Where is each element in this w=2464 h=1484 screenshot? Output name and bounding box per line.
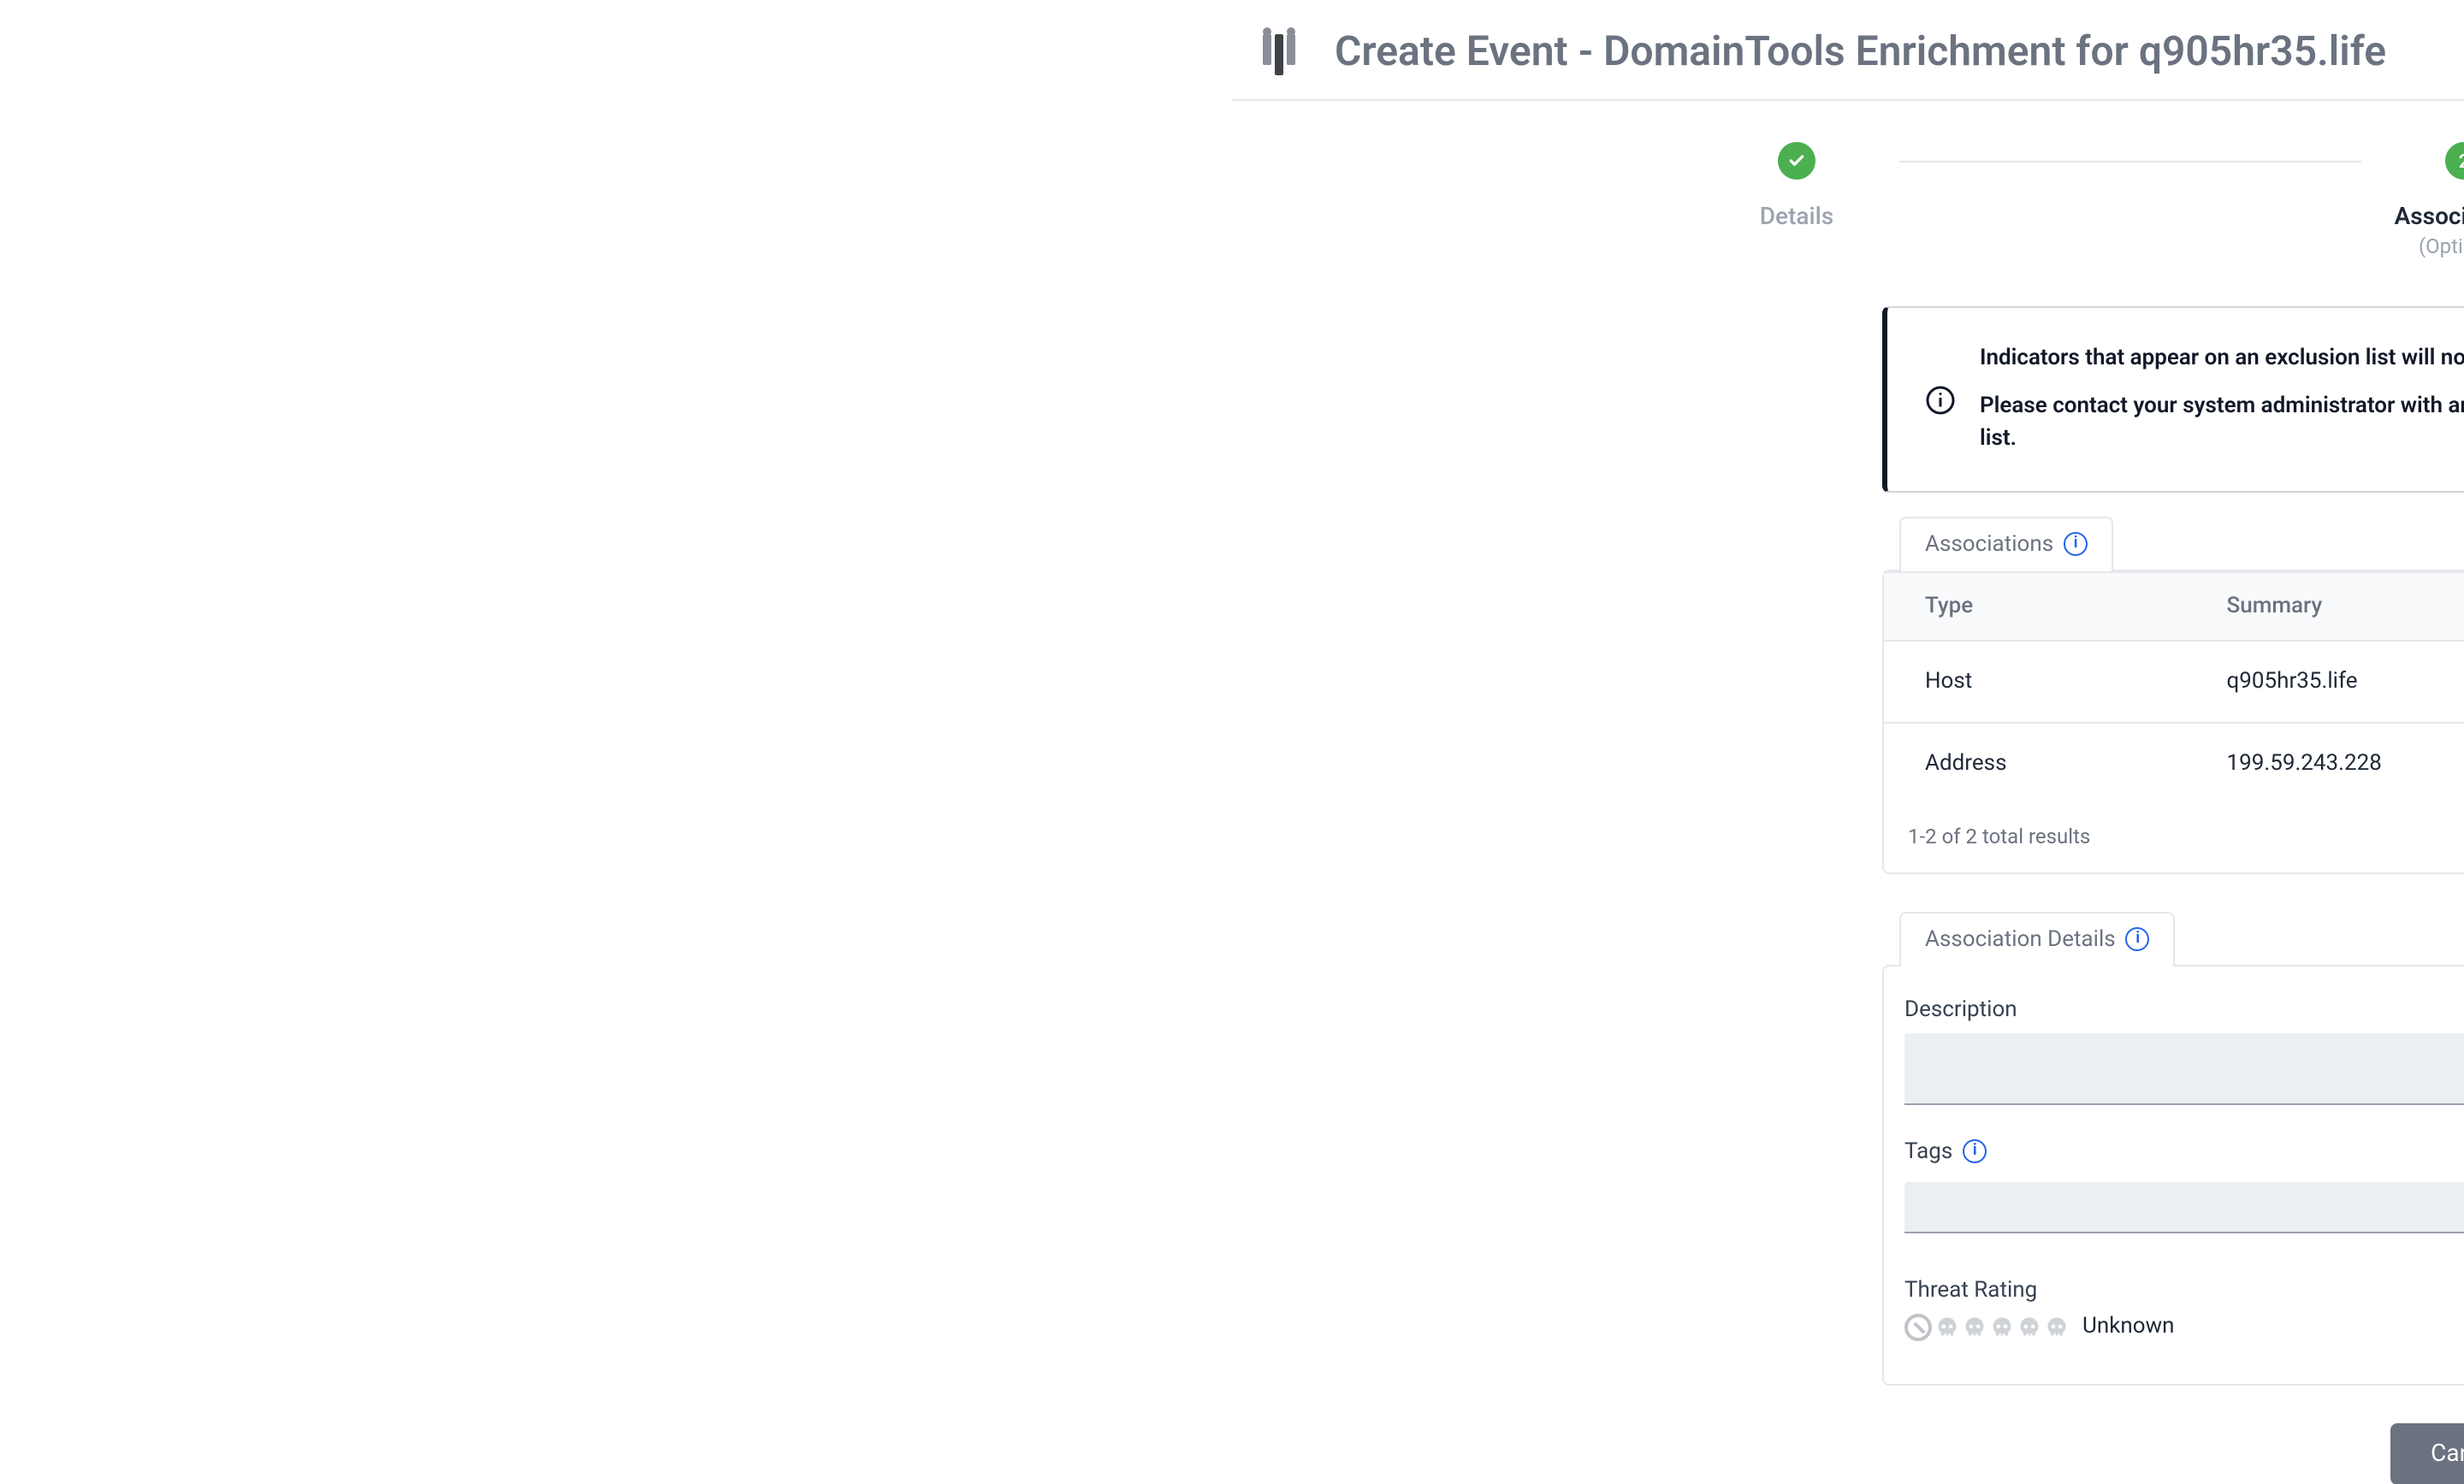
table-row[interactable]: Host q905hr35.life: [1884, 640, 2464, 722]
skull-icon[interactable]: [1935, 1315, 1959, 1339]
cell-summary: q905hr35.life: [2186, 640, 2464, 722]
tags-input[interactable]: [1904, 1181, 2464, 1233]
description-label: Description: [1904, 996, 2464, 1022]
skull-icon[interactable]: [1990, 1315, 2014, 1339]
threat-rating-label: Threat Rating: [1904, 1277, 2430, 1303]
associations-panel: Type Summary Known Actions Host q905hr35…: [1882, 569, 2464, 873]
cell-type: Host: [1884, 640, 2186, 722]
threat-rating-control[interactable]: Unknown: [1904, 1313, 2430, 1340]
step-label: Associations: [2395, 204, 2464, 231]
tab-association-details[interactable]: Association Details i: [1899, 911, 2176, 966]
tab-label: Association Details: [1925, 926, 2116, 952]
cancel-button[interactable]: Cancel: [2390, 1422, 2464, 1484]
info-banner: Indicators that appear on an exclusion l…: [1882, 306, 2464, 492]
tab-label: Associations: [1925, 531, 2053, 557]
step-badge-done: [1778, 142, 1815, 180]
threat-rating-text: Unknown: [2082, 1314, 2175, 1339]
step-optional: (Optional): [2419, 234, 2464, 258]
skull-icon[interactable]: [2017, 1315, 2041, 1339]
cell-type: Address: [1884, 722, 2186, 803]
banner-line2: Please contact your system administrator…: [1980, 389, 2464, 456]
association-details-panel: Description Tags i Threat Rating: [1882, 964, 2464, 1385]
step-badge-active: 2: [2445, 142, 2464, 180]
description-input[interactable]: [1904, 1032, 2464, 1104]
tab-associations[interactable]: Associations i: [1899, 516, 2113, 571]
skull-icon[interactable]: [1963, 1315, 1987, 1339]
skull-icon[interactable]: [2045, 1315, 2069, 1339]
col-type[interactable]: Type: [1884, 572, 2186, 640]
table-footer: 1-2 of 2 total results: [1884, 803, 2464, 872]
info-icon[interactable]: i: [2064, 532, 2088, 556]
tags-label: Tags: [1904, 1138, 1952, 1164]
info-icon[interactable]: i: [1963, 1139, 1987, 1163]
step-associations[interactable]: 2 Associations (Optional): [2361, 142, 2464, 258]
banner-line1: Indicators that appear on an exclusion l…: [1980, 342, 2464, 375]
app-logo-icon: [1263, 27, 1314, 75]
step-details[interactable]: Details: [1694, 142, 1899, 231]
cell-summary: 199.59.243.228: [2186, 722, 2464, 803]
page-title: Create Event - DomainTools Enrichment fo…: [1335, 27, 2386, 75]
no-rating-icon[interactable]: [1904, 1313, 1932, 1340]
info-icon: [1925, 385, 1956, 423]
page-header: Create Event - DomainTools Enrichment fo…: [1232, 0, 2464, 101]
col-summary[interactable]: Summary: [2186, 572, 2464, 640]
info-icon[interactable]: i: [2126, 927, 2150, 951]
table-row[interactable]: Address 199.59.243.228: [1884, 722, 2464, 803]
footer-buttons: Cancel Previous Next Save: [1848, 1422, 2464, 1484]
step-label: Details: [1760, 204, 1833, 231]
associations-table: Type Summary Known Actions Host q905hr35…: [1884, 572, 2464, 803]
stepper: Details 2 Associations (Optional) 3 Atta…: [1694, 142, 2464, 258]
